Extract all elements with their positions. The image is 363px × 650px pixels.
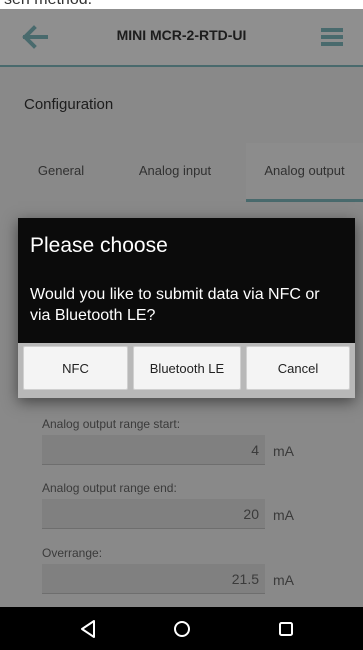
nfc-button[interactable]: NFC: [23, 346, 128, 390]
bluetooth-le-button[interactable]: Bluetooth LE: [133, 346, 241, 390]
cancel-button[interactable]: Cancel: [246, 346, 350, 390]
previous-screen-fragment: sen method.: [0, 0, 363, 9]
dialog-title: Please choose: [30, 234, 168, 257]
dialog-button-bar: NFC Bluetooth LE Cancel: [18, 343, 355, 398]
circle-home-icon[interactable]: [170, 617, 194, 641]
dialog-message: Would you like to submit data via NFC or…: [30, 286, 320, 324]
system-navigation-bar: [0, 607, 363, 650]
triangle-back-icon[interactable]: [76, 617, 100, 641]
submit-method-dialog: Please choose Would you like to submit d…: [18, 218, 355, 398]
square-recents-icon[interactable]: [274, 617, 298, 641]
fragment-text: sen method.: [4, 0, 92, 9]
